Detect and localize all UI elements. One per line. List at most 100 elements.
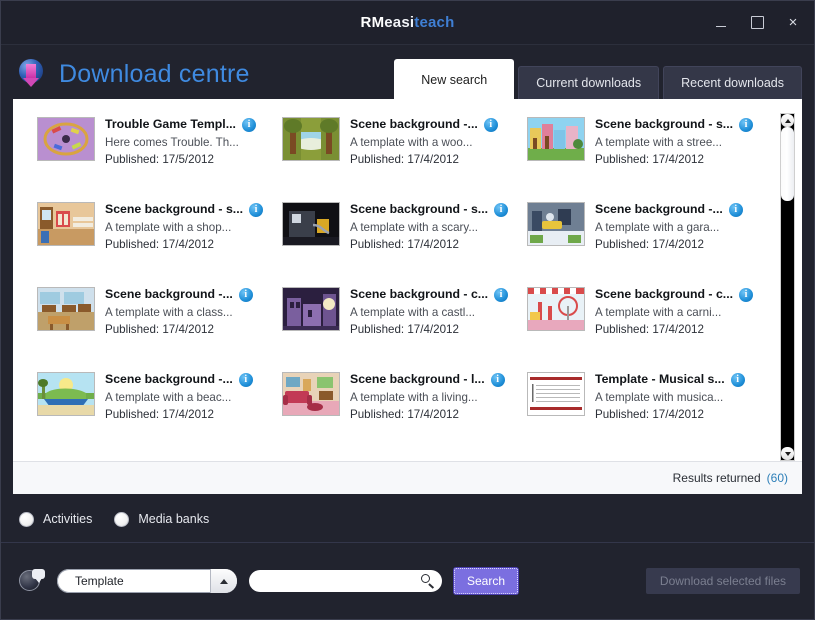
result-card[interactable]: Scene background - c... i A template with … [282, 283, 527, 368]
search-button[interactable]: Search [454, 568, 519, 594]
result-thumbnail-woodland-icon[interactable] [282, 117, 340, 161]
info-icon[interactable]: i [739, 288, 754, 302]
result-title[interactable]: Scene background -... [105, 287, 233, 302]
search-input[interactable] [261, 573, 420, 589]
result-title-row: Template - Musical s... i [595, 372, 766, 387]
search-icon[interactable] [420, 573, 436, 589]
result-description: A template with a woo... [350, 136, 473, 149]
result-published: Published: 17/4/2012 [105, 238, 214, 251]
result-published: Published: 17/5/2012 [105, 153, 214, 166]
result-thumbnail-trouble-game-icon[interactable] [37, 117, 95, 161]
result-title[interactable]: Template - Musical s... [595, 372, 725, 387]
close-icon[interactable]: × [782, 12, 804, 34]
chevron-up-icon[interactable] [210, 569, 237, 593]
result-title[interactable]: Scene background - s... [595, 117, 733, 132]
info-icon[interactable]: i [490, 373, 505, 387]
filter-radio-group: Activities Media banks [1, 494, 814, 530]
result-thumbnail-street-icon[interactable] [527, 117, 585, 161]
maximize-icon[interactable] [746, 12, 768, 34]
category-dropdown-value: Template [75, 574, 124, 588]
result-published: Published: 17/4/2012 [595, 408, 704, 421]
page-header: Download centre New search Current downl… [1, 45, 814, 99]
result-published: Published: 17/4/2012 [350, 153, 459, 166]
tab-new-search[interactable]: New search [394, 59, 515, 99]
result-card[interactable]: Scene background -... i A template with a … [527, 198, 772, 283]
result-title[interactable]: Scene background - s... [105, 202, 243, 217]
results-panel: Trouble Game Templ... i Here comes Trouble… [13, 99, 802, 494]
result-title[interactable]: Scene background - s... [350, 202, 488, 217]
scrollbar-thumb[interactable] [781, 127, 794, 201]
tab-recent-downloads[interactable]: Recent downloads [663, 66, 802, 99]
results-grid: Trouble Game Templ... i Here comes Trouble… [13, 113, 778, 461]
result-thumbnail-garage-icon[interactable] [527, 202, 585, 246]
result-card[interactable]: Scene background - l... i A template with … [282, 368, 527, 453]
result-thumbnail-scary-icon[interactable] [282, 202, 340, 246]
result-title-row: Trouble Game Templ... i [105, 117, 276, 132]
result-thumbnail-musical-score-icon[interactable] [527, 372, 585, 416]
result-card[interactable]: Scene background - s... i A template with … [527, 113, 772, 198]
minimize-icon[interactable] [710, 12, 732, 34]
info-icon[interactable]: i [238, 288, 253, 302]
result-description: A template with a stree... [595, 136, 722, 149]
result-description: Here comes Trouble. Th... [105, 136, 239, 149]
result-card[interactable]: Scene background - c... i A template with … [527, 283, 772, 368]
result-description: A template with a castl... [350, 306, 476, 319]
result-thumbnail-castle-icon[interactable] [282, 287, 340, 331]
info-icon[interactable]: i [238, 373, 253, 387]
result-card[interactable]: Trouble Game Templ... i Here comes Trouble… [37, 113, 282, 198]
result-card[interactable]: Scene background - s... i A template with … [37, 198, 282, 283]
info-icon[interactable]: i [728, 203, 743, 217]
category-dropdown[interactable]: Template [57, 569, 237, 593]
results-scrollbar[interactable] [780, 113, 795, 461]
result-title[interactable]: Scene background -... [350, 117, 478, 132]
radio-activities[interactable]: Activities [19, 511, 92, 527]
result-title[interactable]: Scene background - c... [595, 287, 733, 302]
result-description: A template with musica... [595, 391, 724, 404]
result-card[interactable]: Scene background -... i A template with a … [37, 283, 282, 368]
info-icon[interactable]: i [494, 203, 509, 217]
result-card[interactable]: Scene background -... i A template with a … [282, 113, 527, 198]
logo-teach: teach [414, 14, 455, 31]
result-thumbnail-shop-icon[interactable] [37, 202, 95, 246]
result-thumbnail-beach-icon[interactable] [37, 372, 95, 416]
network-globe-icon [19, 568, 45, 594]
result-title[interactable]: Scene background - l... [350, 372, 485, 387]
info-icon[interactable]: i [249, 203, 264, 217]
result-thumbnail-living-room-icon[interactable] [282, 372, 340, 416]
result-title-row: Scene background -... i [105, 372, 276, 387]
result-card[interactable]: Scene background - s... i A template with … [282, 198, 527, 283]
download-selected-files-button[interactable]: Download selected files [645, 568, 800, 594]
result-title[interactable]: Scene background -... [105, 372, 233, 387]
result-card-body: Scene background -... i A template with a … [350, 117, 527, 167]
results-area: Trouble Game Templ... i Here comes Trouble… [13, 99, 802, 461]
search-field[interactable] [249, 570, 442, 592]
radio-media-banks[interactable]: Media banks [114, 511, 209, 527]
radio-activities-dot [19, 511, 34, 527]
result-card[interactable]: Scene background -... i A template with a … [37, 368, 282, 453]
result-title-row: Scene background - s... i [105, 202, 276, 217]
header-left: Download centre [1, 59, 250, 99]
result-card[interactable]: Template - Musical s... i A template with … [527, 368, 772, 453]
result-card-body: Scene background -... i A template with a … [105, 372, 282, 422]
result-title[interactable]: Scene background - c... [350, 287, 488, 302]
scroll-down-icon[interactable] [781, 447, 794, 460]
result-published: Published: 17/4/2012 [105, 408, 214, 421]
result-title-row: Scene background -... i [350, 117, 521, 132]
result-title[interactable]: Trouble Game Templ... [105, 117, 236, 132]
result-card-body: Trouble Game Templ... i Here comes Trouble… [105, 117, 282, 167]
info-icon[interactable]: i [241, 118, 256, 132]
info-icon[interactable]: i [730, 373, 745, 387]
info-icon[interactable]: i [739, 118, 754, 132]
result-thumbnail-classroom-icon[interactable] [37, 287, 95, 331]
scroll-up-icon[interactable] [781, 114, 794, 127]
info-icon[interactable]: i [483, 118, 498, 132]
tab-current-downloads[interactable]: Current downloads [518, 66, 660, 99]
result-title-row: Scene background - c... i [350, 287, 521, 302]
result-description: A template with a class... [105, 306, 233, 319]
result-title-row: Scene background -... i [105, 287, 276, 302]
result-thumbnail-carnival-icon[interactable] [527, 287, 585, 331]
result-description: A template with a beac... [105, 391, 232, 404]
result-title[interactable]: Scene background -... [595, 202, 723, 217]
info-icon[interactable]: i [494, 288, 509, 302]
result-title-row: Scene background -... i [595, 202, 766, 217]
